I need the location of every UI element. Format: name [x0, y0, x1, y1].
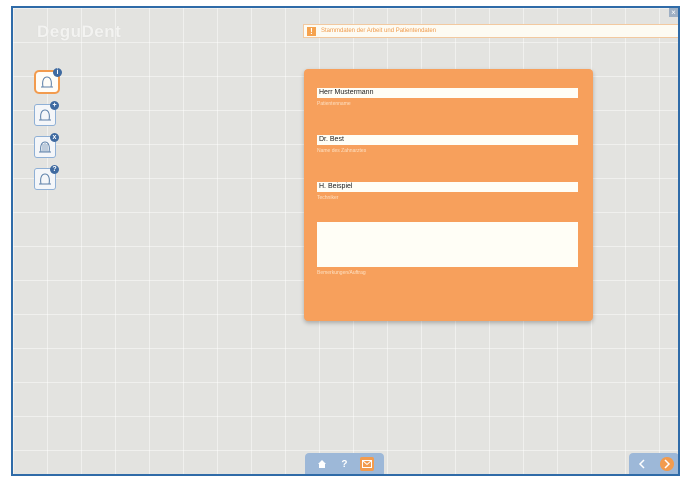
crown-info-tool[interactable]: i — [34, 68, 62, 94]
crown-add-icon — [39, 109, 51, 121]
home-icon — [318, 460, 327, 468]
notes-textarea[interactable] — [317, 222, 578, 267]
mail-button[interactable] — [359, 457, 374, 471]
info-badge: i — [53, 68, 62, 77]
patient-data-card: Patientenname Name des Zahnarztes Techni… — [304, 69, 593, 321]
crown-add-tool[interactable]: + — [34, 101, 59, 126]
dentist-name-input[interactable] — [317, 135, 578, 145]
bridge-badge: x — [50, 133, 59, 142]
arrow-right-icon — [663, 459, 670, 469]
add-badge: + — [50, 101, 59, 110]
bridge-tool[interactable]: x — [34, 133, 59, 158]
technician-field: Techniker — [317, 175, 578, 201]
app-window: DeguDent × ! Stammdaten der Arbeit und P… — [11, 6, 680, 476]
arrow-left-icon — [638, 459, 645, 469]
technician-name-label: Techniker — [317, 195, 339, 201]
info-icon: ! — [307, 26, 316, 36]
prev-button[interactable] — [635, 457, 649, 471]
crown-info-icon — [41, 76, 53, 88]
dentist-name-label: Name des Zahnarztes — [317, 148, 367, 154]
notes-field: Bemerkungen/Auftrag — [317, 222, 578, 276]
hint-bar: ! Stammdaten der Arbeit und Patientendat… — [303, 24, 678, 38]
bottom-toolbar: ? — [305, 453, 384, 474]
dentist-field: Name des Zahnarztes — [317, 128, 578, 154]
patient-field: Patientenname — [317, 81, 578, 107]
crown-edit-tool[interactable]: ? — [34, 165, 59, 190]
next-button[interactable] — [659, 457, 674, 471]
home-button[interactable] — [315, 457, 329, 471]
app-title: DeguDent — [37, 22, 122, 41]
help-button[interactable]: ? — [337, 457, 351, 471]
crown-edit-icon — [39, 173, 51, 185]
close-icon[interactable]: × — [669, 8, 678, 17]
patient-name-label: Patientenname — [317, 101, 351, 107]
hint-text: Stammdaten der Arbeit und Patientendaten — [321, 28, 437, 34]
edit-badge: ? — [50, 165, 59, 174]
technician-name-input[interactable] — [317, 182, 578, 192]
patient-name-input[interactable] — [317, 88, 578, 98]
bridge-icon — [39, 141, 51, 153]
navigation-toolbar — [629, 453, 678, 474]
mail-icon — [361, 460, 372, 468]
tool-column: i + x ? — [34, 68, 62, 200]
notes-label: Bemerkungen/Auftrag — [317, 270, 366, 276]
